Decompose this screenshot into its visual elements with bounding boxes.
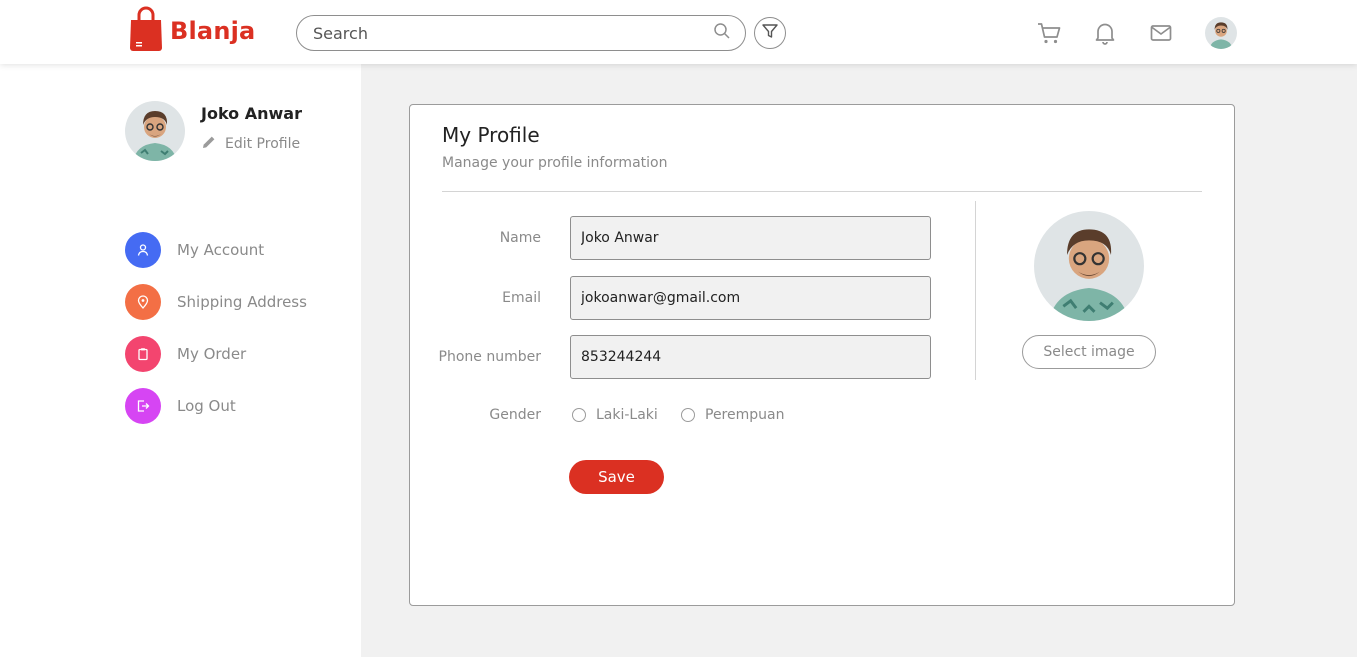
profile-photo bbox=[1034, 211, 1144, 321]
top-navbar: Blanja bbox=[0, 0, 1357, 64]
sidebar-avatar bbox=[125, 101, 185, 161]
profile-card: My Profile Manage your profile informati… bbox=[409, 104, 1235, 606]
page-subtitle: Manage your profile information bbox=[442, 155, 668, 171]
sidebar-item-my-order[interactable]: My Order bbox=[125, 336, 246, 372]
search-bar[interactable] bbox=[296, 15, 746, 51]
brand-name: Blanja bbox=[170, 17, 256, 45]
user-avatar[interactable] bbox=[1205, 17, 1237, 49]
pencil-icon bbox=[201, 134, 217, 154]
user-icon bbox=[125, 232, 161, 268]
sidebar-item-label: Shipping Address bbox=[177, 293, 307, 311]
map-pin-icon bbox=[125, 284, 161, 320]
sidebar-item-log-out[interactable]: Log Out bbox=[125, 388, 236, 424]
brand-logo[interactable]: Blanja bbox=[128, 6, 255, 56]
email-field[interactable] bbox=[570, 276, 931, 320]
radio-label: Perempuan bbox=[705, 407, 785, 423]
name-field[interactable] bbox=[570, 216, 931, 260]
vertical-divider bbox=[975, 201, 976, 380]
phone-field[interactable] bbox=[570, 335, 931, 379]
gender-radio-laki-laki[interactable]: Laki-Laki bbox=[572, 407, 658, 423]
page-title: My Profile bbox=[442, 123, 540, 147]
clipboard-icon bbox=[125, 336, 161, 372]
logout-icon bbox=[125, 388, 161, 424]
divider bbox=[442, 191, 1202, 192]
shopping-bag-icon bbox=[128, 6, 164, 56]
sidebar-item-label: My Order bbox=[177, 345, 247, 363]
save-button[interactable]: Save bbox=[569, 460, 664, 494]
sidebar-user-name: Joko Anwar bbox=[201, 104, 302, 123]
select-image-button[interactable]: Select image bbox=[1022, 335, 1156, 369]
edit-profile-label: Edit Profile bbox=[225, 136, 301, 152]
gender-label: Gender bbox=[489, 407, 541, 423]
email-label: Email bbox=[502, 290, 541, 306]
mail-icon[interactable] bbox=[1148, 20, 1174, 46]
sidebar-item-shipping-address[interactable]: Shipping Address bbox=[125, 284, 307, 320]
radio-button[interactable] bbox=[572, 408, 586, 422]
radio-label: Laki-Laki bbox=[596, 407, 658, 423]
name-label: Name bbox=[499, 230, 541, 246]
radio-button[interactable] bbox=[681, 408, 695, 422]
gender-radio-perempuan[interactable]: Perempuan bbox=[681, 407, 784, 423]
cart-icon[interactable] bbox=[1036, 20, 1062, 46]
search-input[interactable] bbox=[313, 23, 713, 43]
sidebar-item-my-account[interactable]: My Account bbox=[125, 232, 264, 268]
filter-button[interactable] bbox=[754, 17, 786, 49]
sidebar-item-label: My Account bbox=[177, 241, 265, 259]
sidebar: Joko Anwar Edit Profile My Account Shipp… bbox=[0, 64, 361, 657]
edit-profile-link[interactable]: Edit Profile bbox=[201, 134, 300, 154]
filter-icon bbox=[761, 22, 779, 44]
search-icon[interactable] bbox=[713, 22, 731, 44]
phone-label: Phone number bbox=[438, 349, 541, 365]
bell-icon[interactable] bbox=[1092, 20, 1118, 46]
sidebar-item-label: Log Out bbox=[177, 397, 236, 415]
